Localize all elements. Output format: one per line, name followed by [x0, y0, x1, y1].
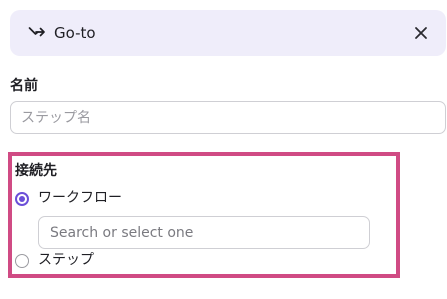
workflow-search-input[interactable]: [38, 216, 370, 249]
step-radio[interactable]: [15, 254, 29, 268]
name-field-label: 名前: [10, 78, 38, 94]
step-name-input[interactable]: [10, 101, 446, 134]
workflow-radio[interactable]: [15, 192, 29, 206]
goto-arrow-icon: [28, 27, 45, 37]
connection-target-label: 接続先: [15, 163, 57, 179]
workflow-option-label[interactable]: ワークフロー: [38, 190, 122, 207]
step-option-label[interactable]: ステップ: [38, 252, 94, 269]
panel-header: Go-to: [10, 10, 446, 56]
panel-title: Go-to: [54, 24, 96, 42]
close-icon[interactable]: [411, 23, 431, 43]
